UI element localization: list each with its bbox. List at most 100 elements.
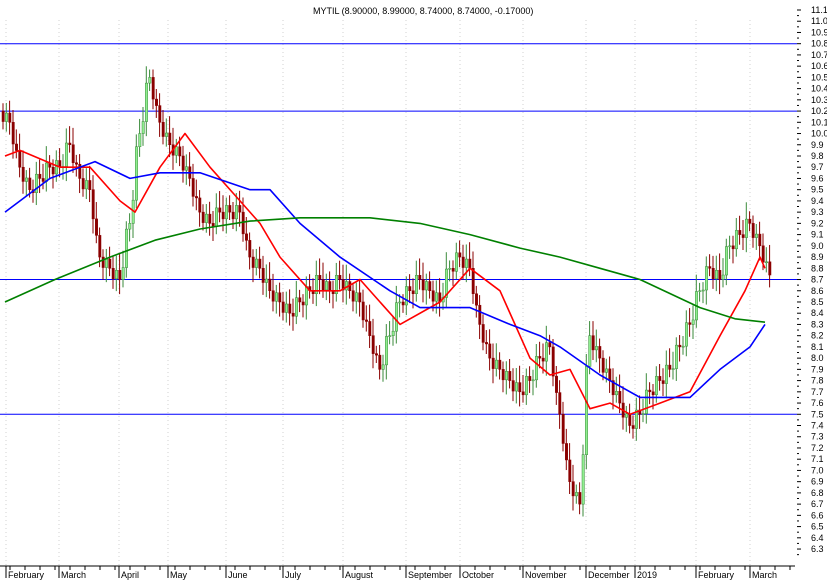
y-tick-label: 8.4 (811, 308, 824, 318)
candle-body (161, 122, 165, 137)
candle-body (731, 245, 735, 250)
candle-body (75, 162, 78, 165)
candle-body (648, 389, 652, 393)
candle-body (458, 252, 462, 258)
candle-body (628, 413, 632, 426)
candle-body (115, 270, 118, 280)
y-tick-label: 7.8 (811, 376, 824, 386)
candle-body (288, 303, 292, 314)
candle-body (255, 258, 258, 268)
candle-body (68, 142, 72, 146)
candle-body (488, 343, 492, 359)
candle-body (245, 233, 248, 241)
candle-body (201, 211, 205, 223)
candle-body (758, 233, 762, 247)
candle-body (198, 197, 202, 213)
candle-body (685, 322, 688, 347)
candle-body (515, 382, 518, 392)
y-tick-label: 7.7 (811, 387, 824, 397)
candle-body (468, 258, 472, 269)
candle-body (598, 346, 602, 359)
candle-body (711, 268, 715, 280)
candle-body (278, 292, 282, 303)
y-tick-label: 11.1 (811, 5, 827, 15)
candle-body (475, 293, 478, 306)
candle-body (18, 150, 22, 168)
candle-body (388, 335, 392, 337)
candle-body (271, 290, 275, 302)
candle-body (98, 235, 102, 258)
candle-body (461, 256, 465, 268)
candle-body (548, 342, 552, 348)
candle-body (205, 213, 208, 223)
candle-body (608, 368, 612, 381)
candle-body (688, 322, 692, 325)
candle-body (658, 376, 662, 381)
candle-body (585, 366, 588, 455)
candles (1, 66, 772, 517)
candle-body (328, 281, 332, 292)
y-tick-label: 6.6 (811, 510, 824, 520)
candle-body (295, 297, 298, 317)
candle-body (681, 345, 685, 348)
candle-body (508, 371, 512, 381)
candle-body (258, 258, 262, 269)
candle-body (401, 301, 405, 306)
candle-body (748, 218, 752, 224)
y-tick-label: 9.9 (811, 140, 824, 150)
y-tick-label: 8.1 (811, 342, 824, 352)
x-tick-label: March (61, 570, 86, 580)
candle-body (588, 335, 592, 367)
candle-body (698, 290, 702, 292)
candle-body (185, 166, 188, 171)
candle-body (28, 177, 32, 190)
candle-body (545, 342, 548, 362)
candle-body (578, 492, 582, 505)
candle-body (221, 211, 225, 220)
y-tick-label: 9.8 (811, 151, 824, 161)
candle-body (398, 301, 402, 304)
candle-body (498, 359, 502, 370)
candle-body (365, 319, 368, 322)
candle-body (45, 162, 48, 182)
candle-body (765, 261, 768, 264)
candle-body (298, 297, 302, 303)
candle-body (145, 82, 148, 122)
y-tick-label: 9.4 (811, 196, 824, 206)
y-tick-label: 10.0 (811, 129, 827, 139)
y-tick-label: 10.2 (811, 106, 827, 116)
candle-body (55, 160, 58, 175)
x-tick-label: May (170, 570, 188, 580)
candle-body (448, 268, 452, 270)
candle-body (231, 211, 235, 220)
candle-body (655, 376, 658, 396)
candle-body (741, 234, 745, 238)
candle-body (431, 290, 435, 302)
y-tick-label: 6.3 (811, 544, 824, 554)
y-tick-label: 7.3 (811, 432, 824, 442)
candle-body (671, 368, 675, 370)
candle-body (565, 443, 568, 461)
y-tick-label: 8.7 (811, 275, 824, 285)
candle-body (381, 364, 385, 370)
candle-body (301, 301, 305, 306)
candle-body (165, 132, 168, 137)
candle-body (435, 292, 438, 302)
candle-body (645, 389, 648, 414)
candle-body (618, 391, 622, 404)
candle-body (141, 121, 145, 134)
y-tick-label: 8.9 (811, 252, 824, 262)
candle-body (691, 319, 695, 325)
candle-body (465, 258, 468, 268)
candle-body (105, 258, 108, 268)
y-tick-label: 10.1 (811, 117, 827, 127)
candle-body (591, 335, 595, 351)
candle-body (325, 281, 328, 291)
candle-body (321, 279, 325, 291)
y-tick-label: 10.5 (811, 72, 827, 82)
candle-body (291, 312, 295, 317)
candle-body (38, 173, 42, 179)
candle-body (65, 142, 68, 167)
candle-body (555, 375, 558, 393)
y-tick-label: 7.9 (811, 364, 824, 374)
